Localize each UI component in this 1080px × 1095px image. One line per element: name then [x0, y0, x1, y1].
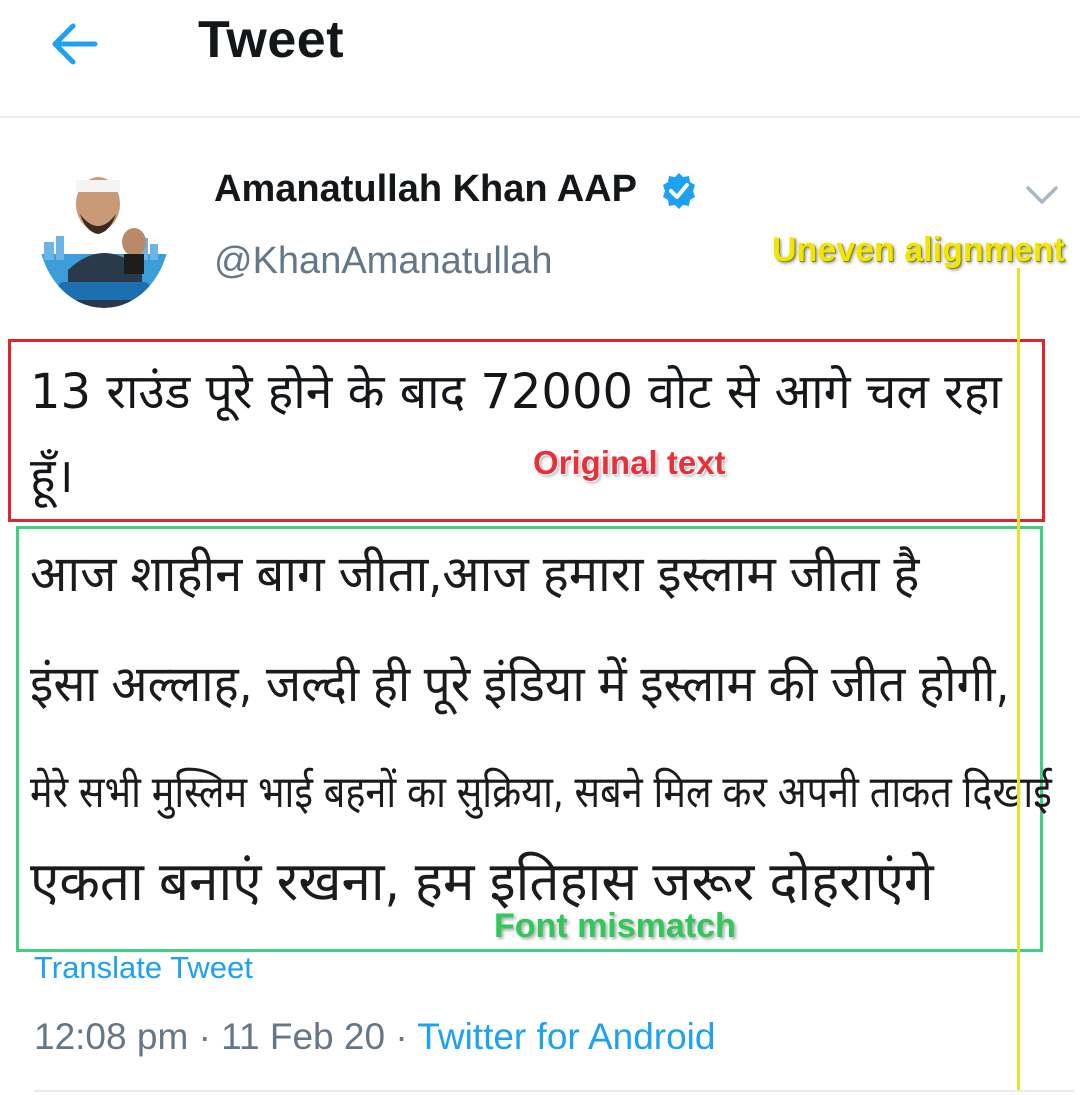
tweet-meta: 12:08 pm · 11 Feb 20 · Twitter for Andro…	[34, 1016, 715, 1058]
image-text-line: मेरे सभी मुस्लिम भाई बहनों का सुक्रिया, …	[30, 767, 1052, 818]
meta-separator: ·	[395, 1016, 408, 1057]
tweet-source-link[interactable]: Twitter for Android	[417, 1016, 715, 1057]
image-text-line: एकता बनाएं रखना, हम इतिहास जरूर दोहराएंग…	[30, 850, 934, 913]
meta-separator: ·	[198, 1016, 211, 1057]
arrow-left-icon	[52, 23, 98, 65]
divider	[34, 1090, 1074, 1092]
chevron-down-icon[interactable]	[1020, 178, 1064, 210]
verified-badge-icon	[663, 173, 695, 209]
tweet-time: 12:08 pm	[34, 1016, 189, 1057]
tweet-page: Tweet Amanatullah Khan AAP @KhanAmanatul…	[0, 0, 1080, 1095]
tweet-date: 11 Feb 20	[221, 1016, 386, 1057]
avatar[interactable]	[38, 150, 170, 308]
tweet-text: 13 राउंड पूरे होने के बाद 72000 वोट से आ…	[30, 364, 1002, 504]
author-name[interactable]: Amanatullah Khan AAP	[214, 168, 637, 211]
translate-tweet-link[interactable]: Translate Tweet	[34, 950, 253, 986]
page-title: Tweet	[198, 11, 345, 69]
annotation-uneven-alignment: Uneven alignment	[772, 231, 1065, 269]
annotation-font-mismatch: Font mismatch	[494, 907, 736, 945]
alignment-guide-line	[1017, 268, 1020, 1090]
author-handle[interactable]: @KhanAmanatullah	[214, 240, 553, 283]
back-button[interactable]	[44, 16, 104, 72]
annotation-original-text: Original text	[533, 444, 726, 481]
top-bar: Tweet	[0, 0, 1080, 118]
image-text-line: इंसा अल्लाह, जल्दी ही पूरे इंडिया में इस…	[30, 655, 1010, 713]
image-text-line: आज शाहीन बाग जीता,आज हमारा इस्लाम जीता ह…	[30, 545, 920, 603]
